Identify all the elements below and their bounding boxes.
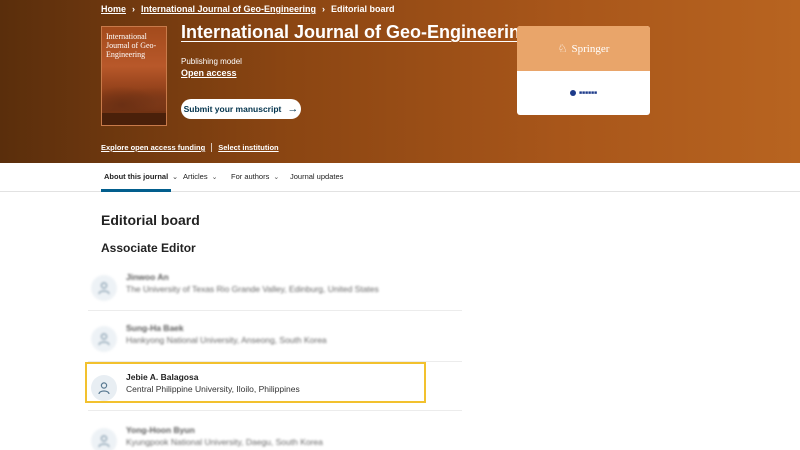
breadcrumb-current: Editorial board	[331, 4, 395, 14]
publisher-logo-box[interactable]: ♘ Springer ■■■■■■	[517, 26, 650, 115]
member-name: Sung-Ha Baek	[126, 323, 184, 333]
arrow-right-icon: →	[287, 102, 299, 115]
divider	[211, 143, 213, 152]
submit-manuscript-button[interactable]: Submit your manuscript →	[181, 99, 301, 119]
breadcrumb-journal[interactable]: International Journal of Geo-Engineering	[141, 4, 316, 14]
breadcrumb: Home › International Journal of Geo-Engi…	[101, 4, 395, 14]
board-member: Sung-Ha Baek Hankyong National Universit…	[88, 314, 462, 362]
breadcrumb-separator: ›	[322, 4, 326, 14]
nav-journal-updates[interactable]: Journal updates	[290, 172, 343, 181]
journal-cover-image[interactable]: International Journal of Geo-Engineering	[101, 26, 167, 126]
board-member: Yong-Hoon Byun Kyungpook National Univer…	[88, 416, 462, 450]
member-name: Jinwoo An	[126, 272, 169, 282]
explore-funding-link[interactable]: Explore open access funding	[101, 143, 205, 152]
nav-label: For authors	[231, 172, 270, 181]
society-emblem-icon	[569, 90, 576, 96]
member-name: Yong-Hoon Byun	[126, 425, 195, 435]
journal-title[interactable]: International Journal of Geo-Engineering	[181, 22, 531, 43]
nav-articles[interactable]: Articles ⌄	[183, 172, 217, 181]
breadcrumb-separator: ›	[132, 4, 136, 14]
nav-label: Articles	[183, 172, 208, 181]
highlight-frame	[85, 362, 426, 403]
member-affiliation: Kyungpook National University, Daegu, So…	[126, 437, 323, 447]
springer-logo: ♘ Springer	[517, 26, 650, 71]
select-institution-link[interactable]: Select institution	[218, 143, 278, 152]
journal-header: Home › International Journal of Geo-Engi…	[0, 0, 800, 163]
board-member: Jinwoo An The University of Texas Rio Gr…	[88, 263, 462, 311]
cover-footer	[102, 113, 166, 125]
nav-about-journal[interactable]: About this journal ⌄	[104, 172, 178, 181]
society-logo-text: ■■■■■■	[578, 90, 598, 96]
publishing-model-label: Publishing model	[181, 57, 242, 66]
person-icon	[91, 428, 117, 450]
chevron-down-icon: ⌄	[211, 173, 218, 181]
submit-manuscript-label: Submit your manuscript	[183, 104, 282, 114]
page-title: Editorial board	[101, 212, 200, 228]
member-affiliation: Hankyong National University, Anseong, S…	[126, 335, 327, 345]
member-affiliation: The University of Texas Rio Grande Valle…	[126, 284, 379, 294]
chevron-down-icon: ⌄	[172, 173, 179, 181]
person-icon	[91, 326, 117, 352]
breadcrumb-home[interactable]: Home	[101, 4, 126, 14]
nav-label: About this journal	[104, 172, 169, 181]
active-tab-indicator	[101, 189, 171, 192]
open-access-link[interactable]: Open access	[181, 68, 237, 78]
nav-label: Journal updates	[290, 172, 344, 181]
springer-horse-icon: ♘	[557, 43, 568, 55]
cover-title: International Journal of Geo-Engineering	[106, 32, 157, 59]
publisher-name: Springer	[571, 42, 610, 55]
nav-for-authors[interactable]: For authors ⌄	[231, 172, 279, 181]
funding-links: Explore open access funding Select insti…	[101, 143, 279, 152]
journal-nav: About this journal ⌄ Articles ⌄ For auth…	[0, 163, 800, 192]
chevron-down-icon: ⌄	[273, 173, 280, 181]
person-icon	[91, 275, 117, 301]
cover-landscape	[102, 81, 166, 111]
section-title: Associate Editor	[101, 241, 196, 255]
society-logo: ■■■■■■	[517, 71, 650, 115]
